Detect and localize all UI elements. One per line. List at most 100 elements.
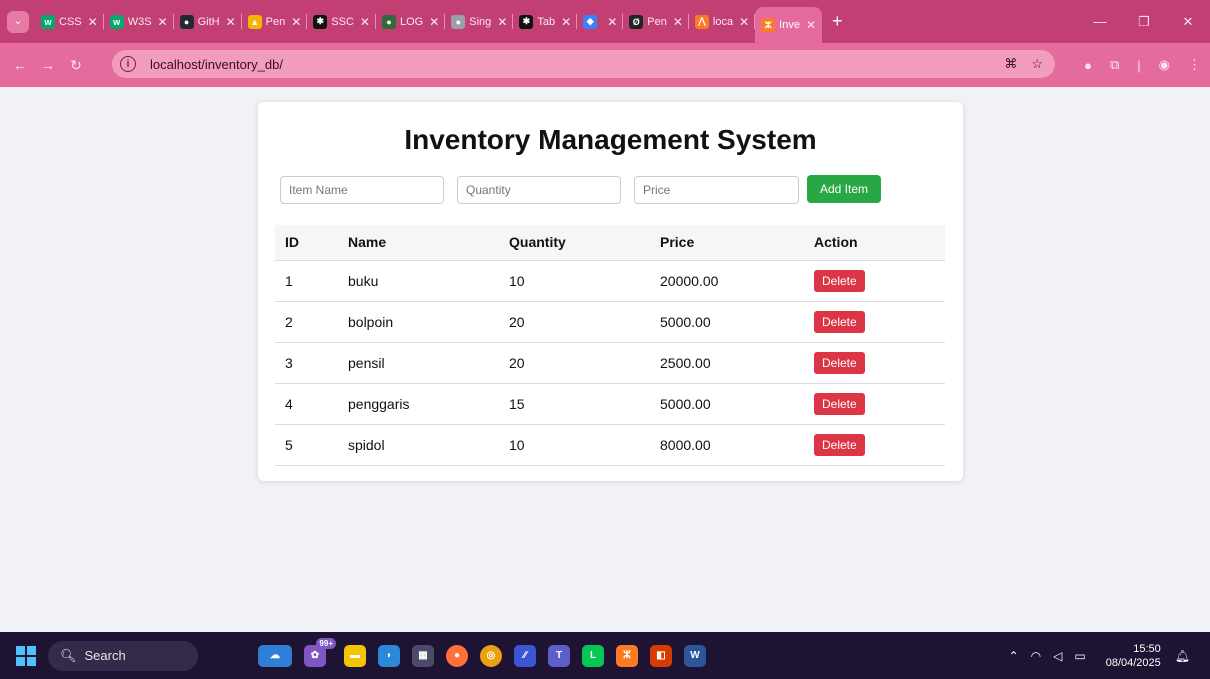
extension-circle-icon[interactable]: ● bbox=[1084, 58, 1092, 73]
price-input[interactable] bbox=[634, 176, 799, 204]
tab-close-icon[interactable]: ✕ bbox=[360, 15, 370, 29]
cell-id: 5 bbox=[275, 424, 338, 466]
browser-tab[interactable]: ▲ Pen ✕ bbox=[242, 0, 308, 43]
w3schools-icon: w bbox=[41, 14, 55, 29]
cell-quantity: 10 bbox=[499, 260, 650, 302]
tab-close-icon[interactable]: ✕ bbox=[429, 15, 439, 29]
tab-close-icon[interactable]: ✕ bbox=[561, 15, 571, 29]
tab-close-icon[interactable]: ✕ bbox=[226, 15, 236, 29]
xampp-icon: ⋀ bbox=[694, 14, 709, 29]
quantity-input[interactable] bbox=[457, 176, 621, 204]
teams-icon[interactable]: T bbox=[548, 644, 570, 667]
browser-menu-icon[interactable]: ⋮ bbox=[1188, 57, 1201, 73]
volume-icon[interactable]: ◁ bbox=[1053, 649, 1062, 663]
tab-close-icon[interactable]: ✕ bbox=[291, 15, 301, 29]
tab-close-icon[interactable]: ✕ bbox=[673, 15, 683, 29]
battery-icon[interactable]: ▭ bbox=[1074, 649, 1085, 663]
xampp-icon: ⵣ bbox=[761, 18, 776, 32]
cell-id: 4 bbox=[275, 383, 338, 425]
tab-label: LOG bbox=[399, 15, 424, 28]
browser-tab[interactable]: ● Sing ✕ bbox=[445, 0, 514, 43]
windows-start-icon[interactable] bbox=[16, 645, 36, 666]
cell-price: 8000.00 bbox=[650, 424, 804, 466]
browser-tab[interactable]: ✱ Tab ✕ bbox=[513, 0, 578, 43]
url-text[interactable]: localhost/inventory_db/ bbox=[150, 57, 283, 72]
minimize-icon[interactable]: — bbox=[1078, 14, 1122, 29]
tab-close-icon[interactable]: ✕ bbox=[158, 15, 168, 29]
browser-tab[interactable]: w CSS ✕ bbox=[35, 0, 104, 43]
tab-close-icon[interactable]: ✕ bbox=[607, 15, 617, 29]
cell-action: Delete bbox=[804, 424, 945, 466]
browser-tab[interactable]: ● GitH ✕ bbox=[174, 0, 242, 43]
wifi-icon[interactable]: ◠ bbox=[1031, 649, 1041, 663]
cell-price: 5000.00 bbox=[650, 301, 804, 343]
clock[interactable]: 15:50 08/04/2025 bbox=[1106, 642, 1161, 670]
delete-button[interactable]: Delete bbox=[814, 392, 865, 415]
address-bar[interactable]: i localhost/inventory_db/ ⌘ ☆ bbox=[112, 50, 1055, 78]
cell-price: 5000.00 bbox=[650, 383, 804, 425]
microsoft-store-icon[interactable]: ▦ bbox=[412, 644, 434, 667]
taskbar-apps: ☁ ✿ 99+ ▬ ◗ ▦ ● ◎ ∕∕ T L ⵣ ◧ W bbox=[258, 637, 706, 667]
copilot-icon[interactable]: ✿ 99+ bbox=[304, 637, 336, 667]
header-action: Action bbox=[804, 225, 945, 261]
tab-close-icon[interactable]: ✕ bbox=[88, 15, 98, 29]
page-title: Inventory Management System bbox=[404, 124, 817, 155]
notification-badge: 99+ bbox=[316, 637, 336, 649]
translate-icon[interactable]: ⌘ bbox=[1004, 56, 1017, 72]
chevron-up-icon[interactable]: ⌃ bbox=[1009, 649, 1019, 663]
office-icon[interactable]: ◧ bbox=[650, 644, 672, 667]
copilot-app-icon[interactable]: ◗ bbox=[378, 644, 400, 667]
extensions-puzzle-icon[interactable]: ⧉ bbox=[1110, 57, 1119, 73]
tab-active[interactable]: ⵣ Inve ✕ bbox=[755, 7, 822, 43]
delete-button[interactable]: Delete bbox=[814, 269, 865, 292]
browser-tab[interactable]: ● LOG ✕ bbox=[376, 0, 446, 43]
delete-button[interactable]: Delete bbox=[814, 351, 865, 374]
forward-arrow-icon[interactable]: → bbox=[34, 57, 62, 73]
cell-action: Delete bbox=[804, 383, 945, 425]
cell-action: Delete bbox=[804, 260, 945, 302]
browser-tab[interactable]: ◆ ✕ bbox=[577, 0, 624, 43]
tab-close-icon[interactable]: ✕ bbox=[806, 18, 816, 32]
tab-close-icon[interactable]: ✕ bbox=[739, 15, 749, 29]
back-arrow-icon[interactable]: ← bbox=[6, 57, 34, 73]
delete-button[interactable]: Delete bbox=[814, 433, 865, 456]
browser-tab[interactable]: ✱ SSC ✕ bbox=[307, 0, 376, 43]
reload-icon[interactable]: ↻ bbox=[62, 57, 90, 74]
notification-bell-icon[interactable]: 🔔︎ bbox=[1175, 649, 1190, 663]
item-name-input[interactable] bbox=[280, 176, 444, 204]
profile-avatar-icon[interactable]: ◉ bbox=[1159, 57, 1170, 73]
delete-button[interactable]: Delete bbox=[814, 310, 865, 333]
pen-tool-icon[interactable]: ∕∕ bbox=[514, 644, 536, 667]
cell-price: 20000.00 bbox=[650, 260, 804, 302]
browser-tab[interactable]: w W3S ✕ bbox=[104, 0, 174, 43]
line-icon[interactable]: L bbox=[582, 644, 604, 667]
cell-name: penggaris bbox=[338, 383, 499, 425]
bookmark-star-icon[interactable]: ☆ bbox=[1031, 56, 1043, 72]
window-controls: — ❐ ✕ bbox=[1078, 0, 1210, 43]
search-icon: 🔍︎ bbox=[60, 647, 77, 663]
cell-name: pensil bbox=[338, 342, 499, 384]
browser-tab[interactable]: Ø Pen ✕ bbox=[623, 0, 689, 43]
site-info-icon[interactable]: i bbox=[120, 56, 136, 72]
restore-icon[interactable]: ❐ bbox=[1122, 14, 1166, 30]
word-icon[interactable]: W bbox=[684, 644, 706, 667]
github-icon: ● bbox=[179, 14, 194, 29]
browser-tab[interactable]: ⋀ loca ✕ bbox=[689, 0, 756, 43]
chrome-icon[interactable]: ◎ bbox=[480, 644, 502, 667]
weather-widget-icon[interactable]: ☁ bbox=[258, 644, 292, 667]
photo-icon: ◆ bbox=[583, 14, 598, 29]
w3schools-icon: w bbox=[109, 14, 124, 29]
close-window-icon[interactable]: ✕ bbox=[1166, 14, 1210, 30]
cell-id: 1 bbox=[275, 260, 338, 302]
tab-search-chevron-icon[interactable]: ⌄ bbox=[7, 10, 29, 33]
cell-id: 2 bbox=[275, 301, 338, 343]
tab-close-icon[interactable]: ✕ bbox=[497, 15, 507, 29]
table-row: 1 buku 10 20000.00 Delete bbox=[275, 260, 945, 302]
add-item-button[interactable]: Add Item bbox=[807, 175, 881, 203]
xampp-icon[interactable]: ⵣ bbox=[616, 644, 638, 667]
firefox-icon[interactable]: ● bbox=[446, 644, 468, 667]
taskbar-search[interactable]: 🔍︎ Search bbox=[48, 640, 198, 671]
new-tab-plus-icon[interactable]: + bbox=[832, 11, 843, 32]
file-explorer-icon[interactable]: ▬ bbox=[344, 644, 366, 667]
header-name: Name bbox=[338, 225, 499, 261]
